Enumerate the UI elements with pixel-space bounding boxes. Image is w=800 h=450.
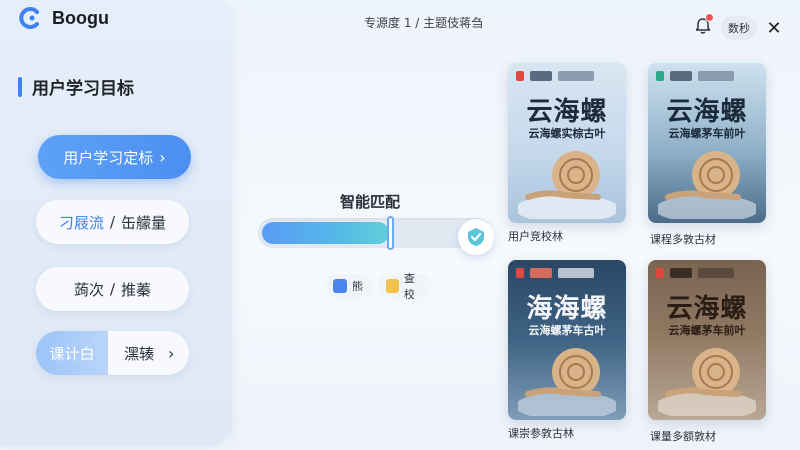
snail-illustration — [658, 151, 756, 219]
filter-chip[interactable]: 查校 — [378, 272, 432, 301]
snail-illustration — [518, 348, 616, 416]
blue-square-icon — [333, 279, 347, 293]
menu-item-label-accent: 刁屐流 — [58, 213, 104, 232]
card-caption: 课量多额敦材 — [650, 430, 716, 443]
card-tag — [656, 71, 664, 81]
menu-item-flow[interactable]: 刁屐流 / 缶艨量 — [36, 200, 189, 244]
chevron-right-icon: › — [168, 343, 175, 363]
card-tag — [558, 71, 594, 81]
card-tag — [698, 268, 734, 278]
match-label: 智能匹配 — [339, 193, 400, 211]
menu-item-recommend[interactable]: 蒟次 / 推蓁 — [36, 267, 189, 311]
snail-illustration — [658, 348, 756, 416]
course-card[interactable]: 云海螺 云海螺实棕古叶 — [508, 63, 626, 223]
match-slider-fill — [262, 222, 389, 244]
card-header — [656, 71, 734, 81]
section-accent-bar — [18, 76, 22, 97]
menu-item-label: 蒟次 — [73, 280, 104, 299]
menu-item-segment-left[interactable]: 课计白 — [36, 331, 108, 375]
filter-chip[interactable]: 熊 — [325, 274, 373, 298]
card-tag — [516, 268, 524, 278]
card-tag — [516, 71, 524, 81]
sidebar: Boogu 用户学习目标 用户学习定标 › 刁屐流 / 缶艨量 蒟次 / 推蓁 — [0, 0, 232, 446]
course-card[interactable]: 云海螺 云海螺茅车前叶 — [648, 260, 766, 420]
card-tag — [558, 268, 594, 278]
card-tag — [530, 71, 552, 81]
section-title: 用户学习目标 — [32, 79, 134, 99]
notification-badge — [705, 13, 714, 22]
chip-label: 查校 — [403, 272, 415, 301]
menu-item-separator: / — [109, 280, 116, 298]
card-header — [516, 71, 594, 81]
menu-item-label: 用户学习定标 — [63, 148, 154, 167]
course-card[interactable]: 云海螺 云海螺茅车前叶 — [648, 63, 766, 223]
card-tag — [530, 268, 552, 278]
logo-icon — [19, 7, 39, 29]
menu-item-label: 推蓁 — [121, 280, 152, 299]
card-tag — [698, 71, 734, 81]
card-caption: 课崇参敦古林 — [508, 427, 574, 440]
chip-label: 熊 — [352, 280, 363, 293]
card-title: 海海螺 — [526, 294, 608, 324]
course-card[interactable]: 海海螺 云海螺茅车古叶 — [508, 260, 626, 420]
card-tag — [670, 71, 692, 81]
logo[interactable]: Boogu — [18, 6, 109, 30]
card-title: 云海螺 — [666, 294, 748, 324]
page-title: 专源度 1 / 主题伎蒋刍 — [364, 16, 484, 30]
menu-item-segment-right[interactable]: 潶辏 › — [114, 343, 174, 364]
match-slider-handle[interactable] — [387, 216, 394, 250]
section-heading: 用户学习目标 — [18, 74, 134, 99]
chevron-right-icon: › — [159, 147, 166, 167]
card-header — [516, 268, 594, 278]
card-caption: 用户竞校林 — [508, 230, 563, 243]
card-tag — [656, 268, 664, 278]
check-shield-icon — [468, 228, 484, 246]
app-name: Boogu — [52, 7, 109, 28]
menu-item-learning-goal[interactable]: 用户学习定标 › — [38, 135, 191, 179]
snail-illustration — [518, 151, 616, 219]
match-confirm-button[interactable] — [458, 219, 494, 255]
card-tag — [670, 268, 692, 278]
header-action-button[interactable]: 数秒 — [721, 16, 757, 40]
yellow-square-icon — [386, 279, 399, 293]
menu-item-separator: / — [109, 213, 116, 231]
card-header — [656, 268, 734, 278]
menu-item-label: 缶艨量 — [121, 213, 167, 232]
menu-item-course[interactable]: 课计白 潶辏 › — [36, 331, 189, 375]
card-title: 云海螺 — [526, 97, 608, 127]
menu-item-label: 潶辏 — [124, 344, 155, 363]
card-caption: 课程多敦古材 — [650, 233, 716, 246]
close-button[interactable]: ✕ — [760, 14, 788, 42]
card-title: 云海螺 — [666, 97, 748, 127]
